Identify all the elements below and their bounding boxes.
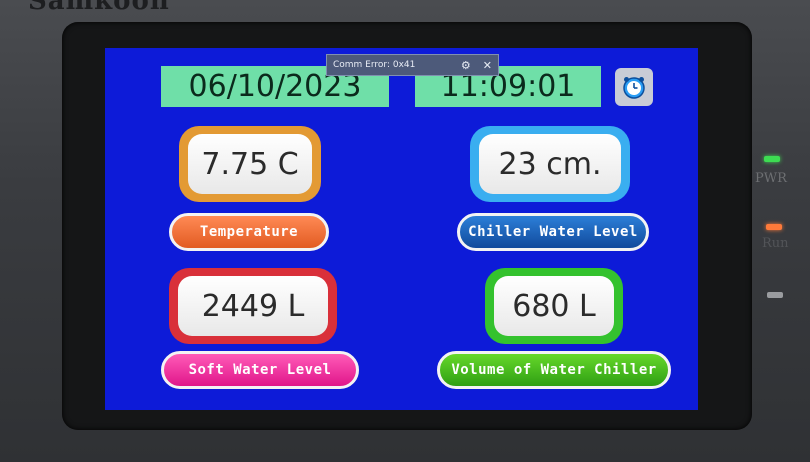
com-led [767, 292, 783, 298]
brand-logo: Samkoon [28, 0, 170, 16]
hmi-screen: 06/10/2023 11:09:01 7.75 C Temperature 2… [105, 48, 698, 410]
temperature-label: Temperature [199, 224, 299, 240]
chiller-water-level-display: 23 cm. [470, 126, 630, 202]
volume-water-chiller-value: 680 L [512, 288, 596, 324]
gear-icon[interactable]: ⚙ [461, 59, 471, 72]
soft-water-level-label-button[interactable]: Soft Water Level [161, 351, 359, 389]
volume-water-chiller-label-button[interactable]: Volume of Water Chiller [437, 351, 671, 389]
pwr-label: PWR [755, 171, 787, 186]
temperature-value: 7.75 C [201, 146, 299, 182]
soft-water-level-display: 2449 L [169, 268, 337, 344]
close-icon[interactable]: ✕ [483, 59, 492, 72]
chiller-water-level-label-button[interactable]: Chiller Water Level [457, 213, 649, 251]
chiller-water-level-value: 23 cm. [498, 146, 602, 182]
pwr-led [764, 156, 780, 162]
run-led [766, 224, 782, 230]
temperature-label-button[interactable]: Temperature [169, 213, 329, 251]
soft-water-level-label: Soft Water Level [188, 362, 332, 378]
volume-water-chiller-label: Volume of Water Chiller [451, 362, 657, 378]
volume-water-chiller-display: 680 L [485, 268, 623, 344]
soft-water-level-value: 2449 L [201, 288, 305, 324]
hmi-bezel: Samkoon 06/10/2023 11:09:01 7.75 C Tempe… [0, 0, 810, 462]
comm-error-title: Comm Error: 0x41 [333, 60, 416, 70]
temperature-display: 7.75 C [179, 126, 321, 202]
alarm-button[interactable] [615, 68, 653, 106]
chiller-water-level-label: Chiller Water Level [468, 224, 638, 240]
alarm-clock-icon [623, 77, 645, 99]
comm-error-popup: Comm Error: 0x41 ⚙ ✕ [326, 54, 499, 76]
run-label: Run [762, 236, 789, 251]
